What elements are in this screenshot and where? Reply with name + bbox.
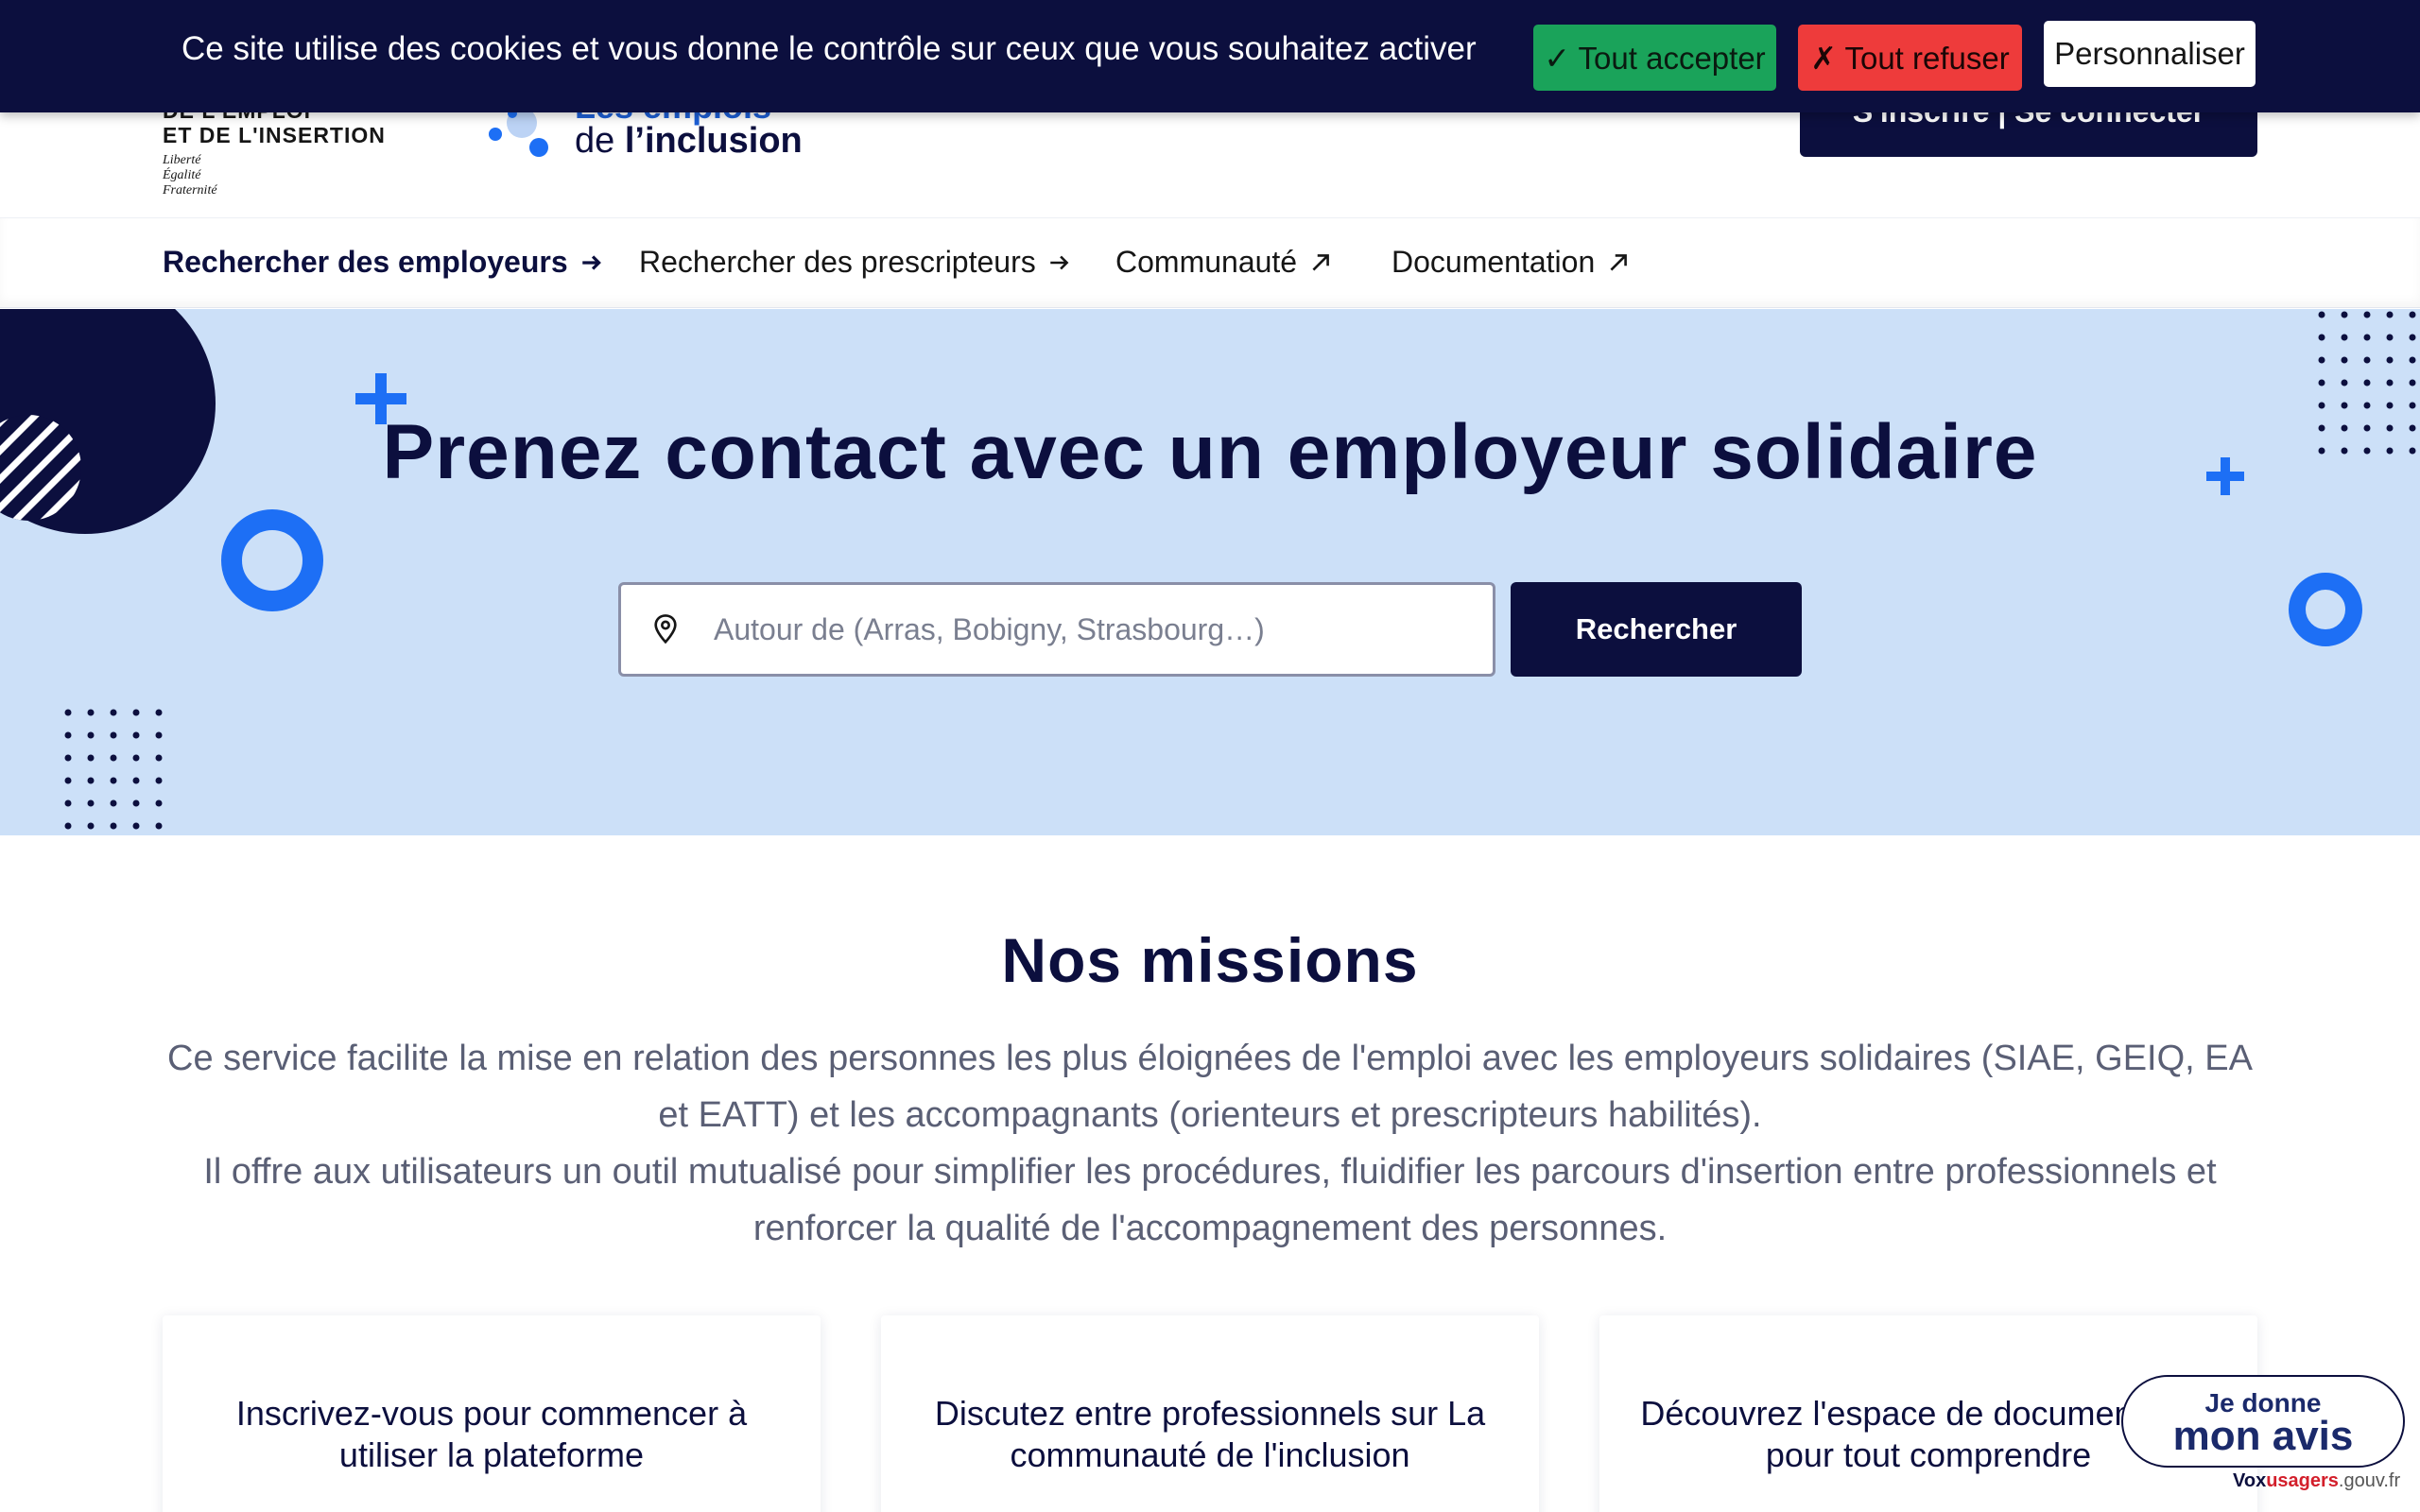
card-text: Discutez entre professionnels sur La com… [934,1394,1486,1474]
vox-brand-suffix: .gouv.fr [2338,1470,2401,1491]
motto-fraternite: Fraternité [163,183,217,198]
location-pin-icon [654,614,677,644]
gov-ministry-line2: ET DE L'INSERTION [163,123,386,147]
nav-item-community[interactable]: Communauté [1115,245,1333,280]
search-button[interactable]: Rechercher [1511,582,1802,677]
nav-item-label: Rechercher des employeurs [163,245,568,279]
vox-brand-mid: usagers [2266,1470,2339,1491]
missions-paragraph-1: Ce service facilite la mise en relation … [167,1039,2253,1135]
cookie-banner: Ce site utilise des cookies et vous donn… [0,0,2420,112]
hero-section: Prenez contact avec un employeur solidai… [0,309,2420,835]
motto-liberte: Liberté [163,153,201,167]
location-search-field[interactable] [618,582,1495,677]
cookie-message: Ce site utilise des cookies et vous donn… [182,30,1477,67]
accept-all-cookies-button[interactable]: ✓ Tout accepter [1533,25,1776,91]
hero-title: Prenez contact avec un employeur solidai… [382,409,2038,495]
missions-description: Ce service facilite la mise en relation … [161,1030,2259,1257]
motto-egalite: Égalité [163,168,201,182]
nav-item-label: Rechercher des prescripteurs [639,245,1036,279]
logo-dots-icon [489,108,548,157]
site-logo-main: l’inclusion [624,121,803,161]
hero-decoration-right-icon [2206,311,2416,646]
external-link-icon [1312,253,1329,271]
external-link-icon [1610,253,1628,271]
location-search-input[interactable] [714,611,1432,647]
feedback-badge-big-text: mon avis [2172,1413,2354,1459]
missions-title: Nos missions [1001,925,1419,995]
arrow-right-icon [1049,255,1069,269]
republic-motto: Liberté Égalité Fraternité [163,153,386,198]
main-navigation: Rechercher des employeurs Rechercher des… [0,217,2420,308]
refuse-all-cookies-button[interactable]: ✗ Tout refuser [1798,25,2022,91]
nav-item-label: Documentation [1392,245,1596,279]
nav-item-prescribers[interactable]: Rechercher des prescripteurs [639,245,1072,280]
arrow-right-icon [581,254,601,270]
nav-item-employers[interactable]: Rechercher des employeurs [163,245,604,280]
government-logo[interactable]: DE L'EMPLOI ET DE L'INSERTION Liberté Ég… [163,98,386,198]
customize-cookies-button[interactable]: Personnaliser [2044,21,2256,87]
nav-item-label: Communauté [1115,245,1298,279]
mission-card-community[interactable]: Discutez entre professionnels sur La com… [881,1315,1539,1512]
site-logo-bottom-text: de l’inclusion [575,121,803,162]
card-text: Inscrivez-vous pour commencer à utiliser… [235,1394,748,1474]
vox-brand-prefix: Vox [2233,1470,2267,1491]
site-logo-prefix: de [575,121,615,161]
missions-paragraph-2: Il offre aux utilisateurs un outil mutua… [203,1152,2217,1248]
mission-card-register[interactable]: Inscrivez-vous pour commencer à utiliser… [163,1315,821,1512]
hero-decoration-left-icon [0,309,323,830]
feedback-badge[interactable]: Je donne mon avis [2121,1375,2405,1468]
nav-item-documentation[interactable]: Documentation [1392,245,1631,280]
voxusagers-brand: Voxusagers.gouv.fr [2233,1470,2400,1492]
